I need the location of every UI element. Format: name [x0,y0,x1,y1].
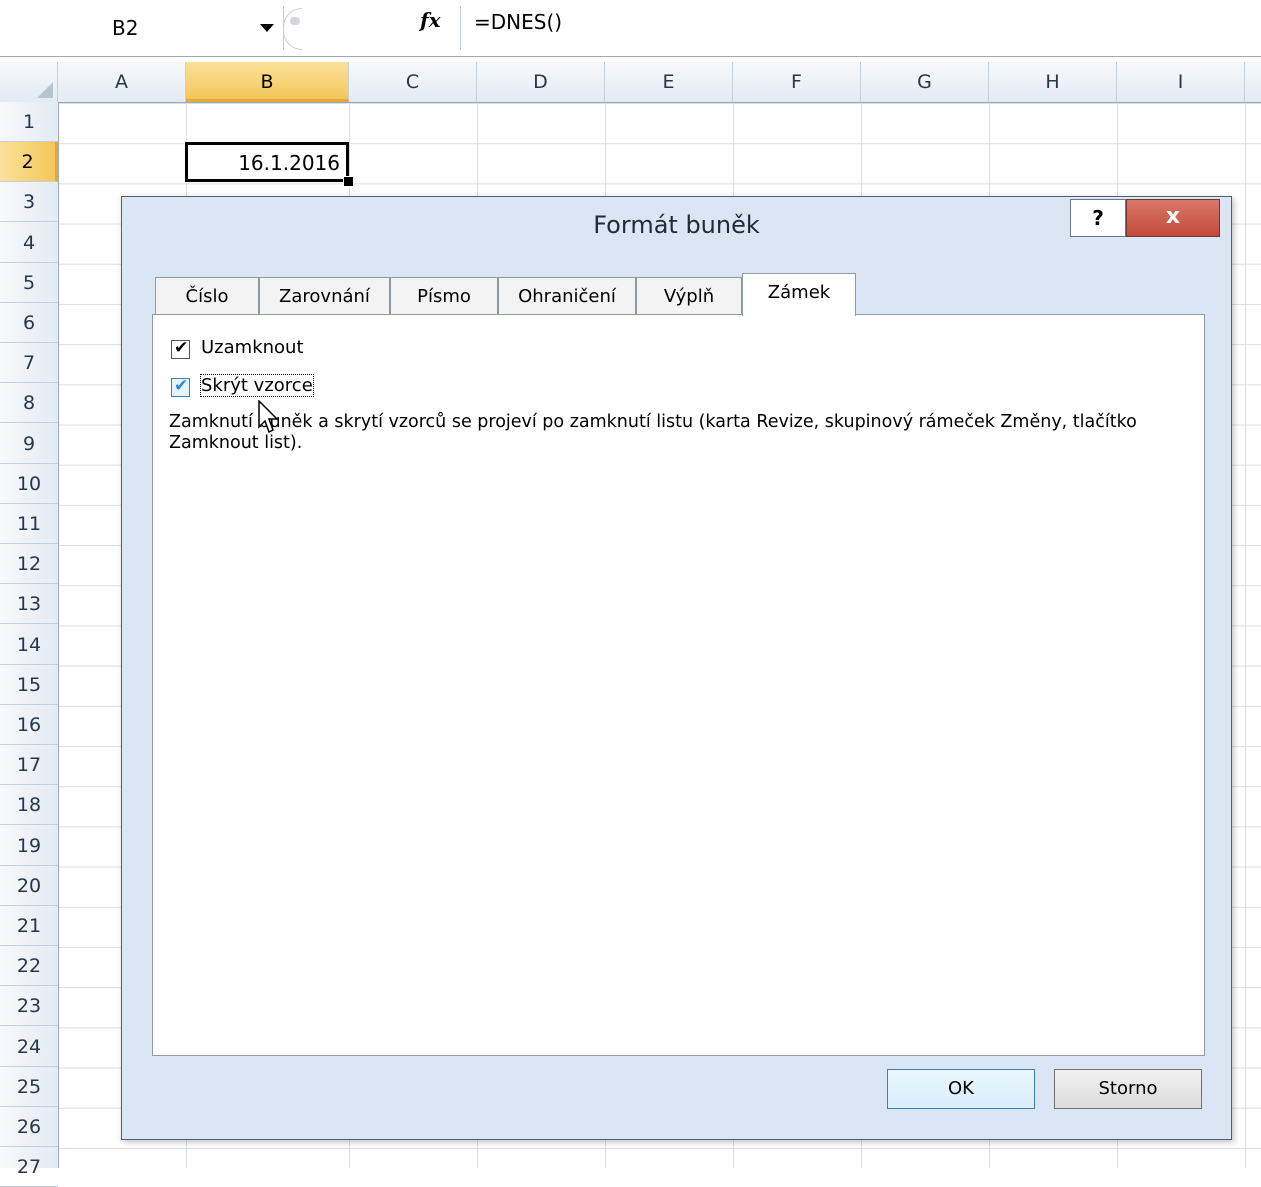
lock-info-text: Zamknutí buněk a skrytí vzorců se projev… [169,412,1137,453]
fill-handle[interactable] [343,176,354,187]
tab-zamek[interactable]: Zámek [742,273,856,316]
formula-bar: B2 fx =DNES() [0,0,1261,57]
formula-input[interactable]: =DNES() [474,10,562,34]
hide-formulas-label: Skrýt vzorce [200,374,314,397]
row-header-9[interactable]: 9 [0,424,58,464]
row-header-13[interactable]: 13 [0,584,58,625]
row-header-17[interactable]: 17 [0,745,58,786]
name-box[interactable]: B2 [0,6,284,50]
tab-pismo[interactable]: Písmo [390,277,498,315]
column-header-g[interactable]: G [861,62,989,102]
row-header-10[interactable]: 10 [0,464,58,504]
tab-cislo[interactable]: Číslo [155,277,259,315]
row-header-25[interactable]: 25 [0,1067,58,1107]
grip-dot-icon [290,17,300,25]
row-header-19[interactable]: 19 [0,826,58,866]
row-header-20[interactable]: 20 [0,866,58,906]
column-header-h[interactable]: H [989,62,1117,102]
row-header-14[interactable]: 14 [0,625,58,665]
row-header-27[interactable]: 27 [0,1147,58,1187]
mouse-cursor-icon [258,400,279,434]
lock-checkbox[interactable]: ✔ [171,338,190,359]
row-header-1[interactable]: 1 [0,102,58,142]
name-box-value: B2 [112,16,139,40]
row-header-2[interactable]: 2 [0,142,58,183]
row-header-4[interactable]: 4 [0,223,58,263]
row-headers: 1 2 3 4 5 6 7 8 9 10 11 12 13 14 15 16 17 18 19 20 21 22 23 24 2… [0,102,59,1187]
column-header-f[interactable]: F [733,62,861,102]
lock-tab-panel: ✔ Uzamknout ✔ Skrýt vzorce Zamknutí buně… [152,314,1205,1056]
cancel-button[interactable]: Storno [1054,1069,1202,1109]
column-header-c[interactable]: C [349,62,477,102]
select-all-button[interactable] [0,62,58,102]
checkmark-icon: ✔ [174,338,189,358]
column-header-e[interactable]: E [605,62,733,102]
checkmark-icon: ✔ [174,376,189,396]
row-header-3[interactable]: 3 [0,182,58,223]
ok-button[interactable]: OK [887,1069,1035,1109]
row-header-8[interactable]: 8 [0,383,58,424]
column-header-a[interactable]: A [58,62,186,102]
row-header-6[interactable]: 6 [0,303,58,343]
row-header-26[interactable]: 26 [0,1107,58,1147]
row-header-15[interactable]: 15 [0,665,58,705]
row-header-11[interactable]: 11 [0,504,58,544]
row-header-24[interactable]: 24 [0,1027,58,1067]
format-cells-dialog: Formát buněk ? x Číslo Zarovnání Písmo O… [121,196,1232,1140]
chevron-down-icon[interactable] [260,24,274,32]
help-button[interactable]: ? [1070,199,1126,237]
row-header-16[interactable]: 16 [0,705,58,745]
select-all-icon [37,82,53,98]
formula-bar-grip[interactable] [283,8,302,50]
hide-formulas-checkbox[interactable]: ✔ [171,376,190,397]
column-headers: A B C D E F G H I [0,62,1261,103]
row-header-22[interactable]: 22 [0,946,58,987]
row-header-5[interactable]: 5 [0,263,58,303]
row-header-21[interactable]: 21 [0,906,58,946]
row-header-7[interactable]: 7 [0,343,58,384]
tab-ohraniceni[interactable]: Ohraničení [498,277,636,315]
column-header-i[interactable]: I [1117,62,1245,102]
tab-vypln[interactable]: Výplň [636,277,742,315]
column-header-d[interactable]: D [477,62,605,102]
column-header-b[interactable]: B [186,62,349,102]
dialog-title: Formát buněk [593,211,760,239]
insert-function-icon[interactable]: fx [420,8,441,32]
row-header-23[interactable]: 23 [0,986,58,1027]
cell-b2[interactable]: 16.1.2016 [185,142,349,182]
cell-b2-value: 16.1.2016 [238,151,340,175]
lock-label: Uzamknout [201,337,304,358]
row-header-18[interactable]: 18 [0,785,58,826]
close-button[interactable]: x [1126,199,1220,237]
formula-divider [460,6,461,50]
row-header-12[interactable]: 12 [0,544,58,585]
tab-zarovnani[interactable]: Zarovnání [259,277,390,315]
